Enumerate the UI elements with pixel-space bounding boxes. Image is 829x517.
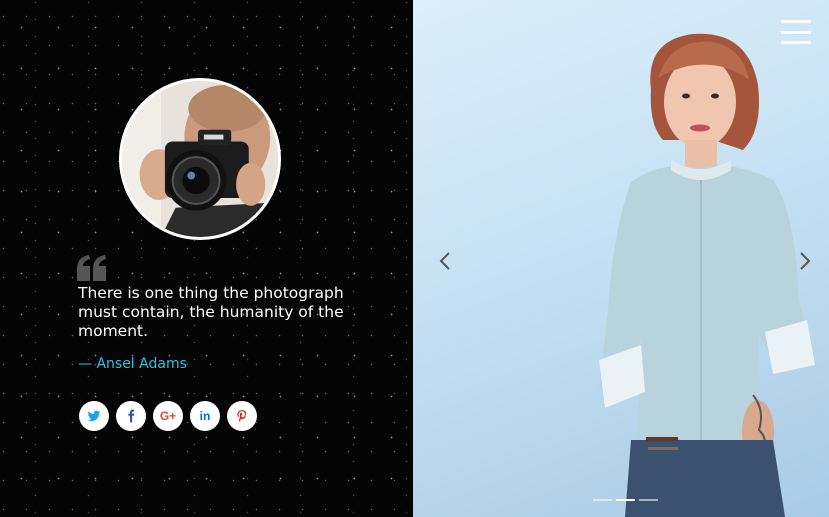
slider-pagination — [593, 499, 658, 501]
slider-dot-active[interactable] — [616, 499, 635, 501]
slider-prev-button[interactable] — [435, 248, 455, 274]
pinterest-button[interactable] — [227, 401, 257, 431]
google-plus-icon: G+ — [159, 409, 177, 423]
chevron-right-icon — [800, 252, 811, 270]
linkedin-icon: in — [199, 409, 211, 423]
menu-line — [781, 41, 811, 44]
pinterest-icon — [237, 410, 246, 422]
slider-dot[interactable] — [639, 499, 658, 501]
chevron-left-icon — [439, 252, 450, 270]
hamburger-menu-icon[interactable] — [781, 20, 811, 44]
avatar — [119, 78, 281, 240]
twitter-icon — [87, 410, 101, 422]
slider-next-button[interactable] — [795, 248, 815, 274]
woman-portrait-image — [599, 33, 815, 517]
twitter-button[interactable] — [79, 401, 109, 431]
google-plus-button[interactable]: G+ — [153, 401, 183, 431]
facebook-icon — [128, 409, 135, 423]
hero-slider — [413, 0, 829, 517]
linkedin-button[interactable]: in — [190, 401, 220, 431]
menu-line — [781, 30, 811, 34]
left-panel: There is one thing the photograph must c… — [0, 0, 413, 517]
quote-author[interactable]: — Ansel Adams — [78, 356, 187, 372]
quote-text: There is one thing the photograph must c… — [78, 284, 344, 340]
quote-icon — [77, 255, 107, 281]
photographer-avatar-image — [122, 81, 278, 237]
slider-dot[interactable] — [593, 499, 612, 501]
social-links: G+ in — [79, 401, 257, 431]
menu-line — [781, 20, 811, 23]
facebook-button[interactable] — [116, 401, 146, 431]
